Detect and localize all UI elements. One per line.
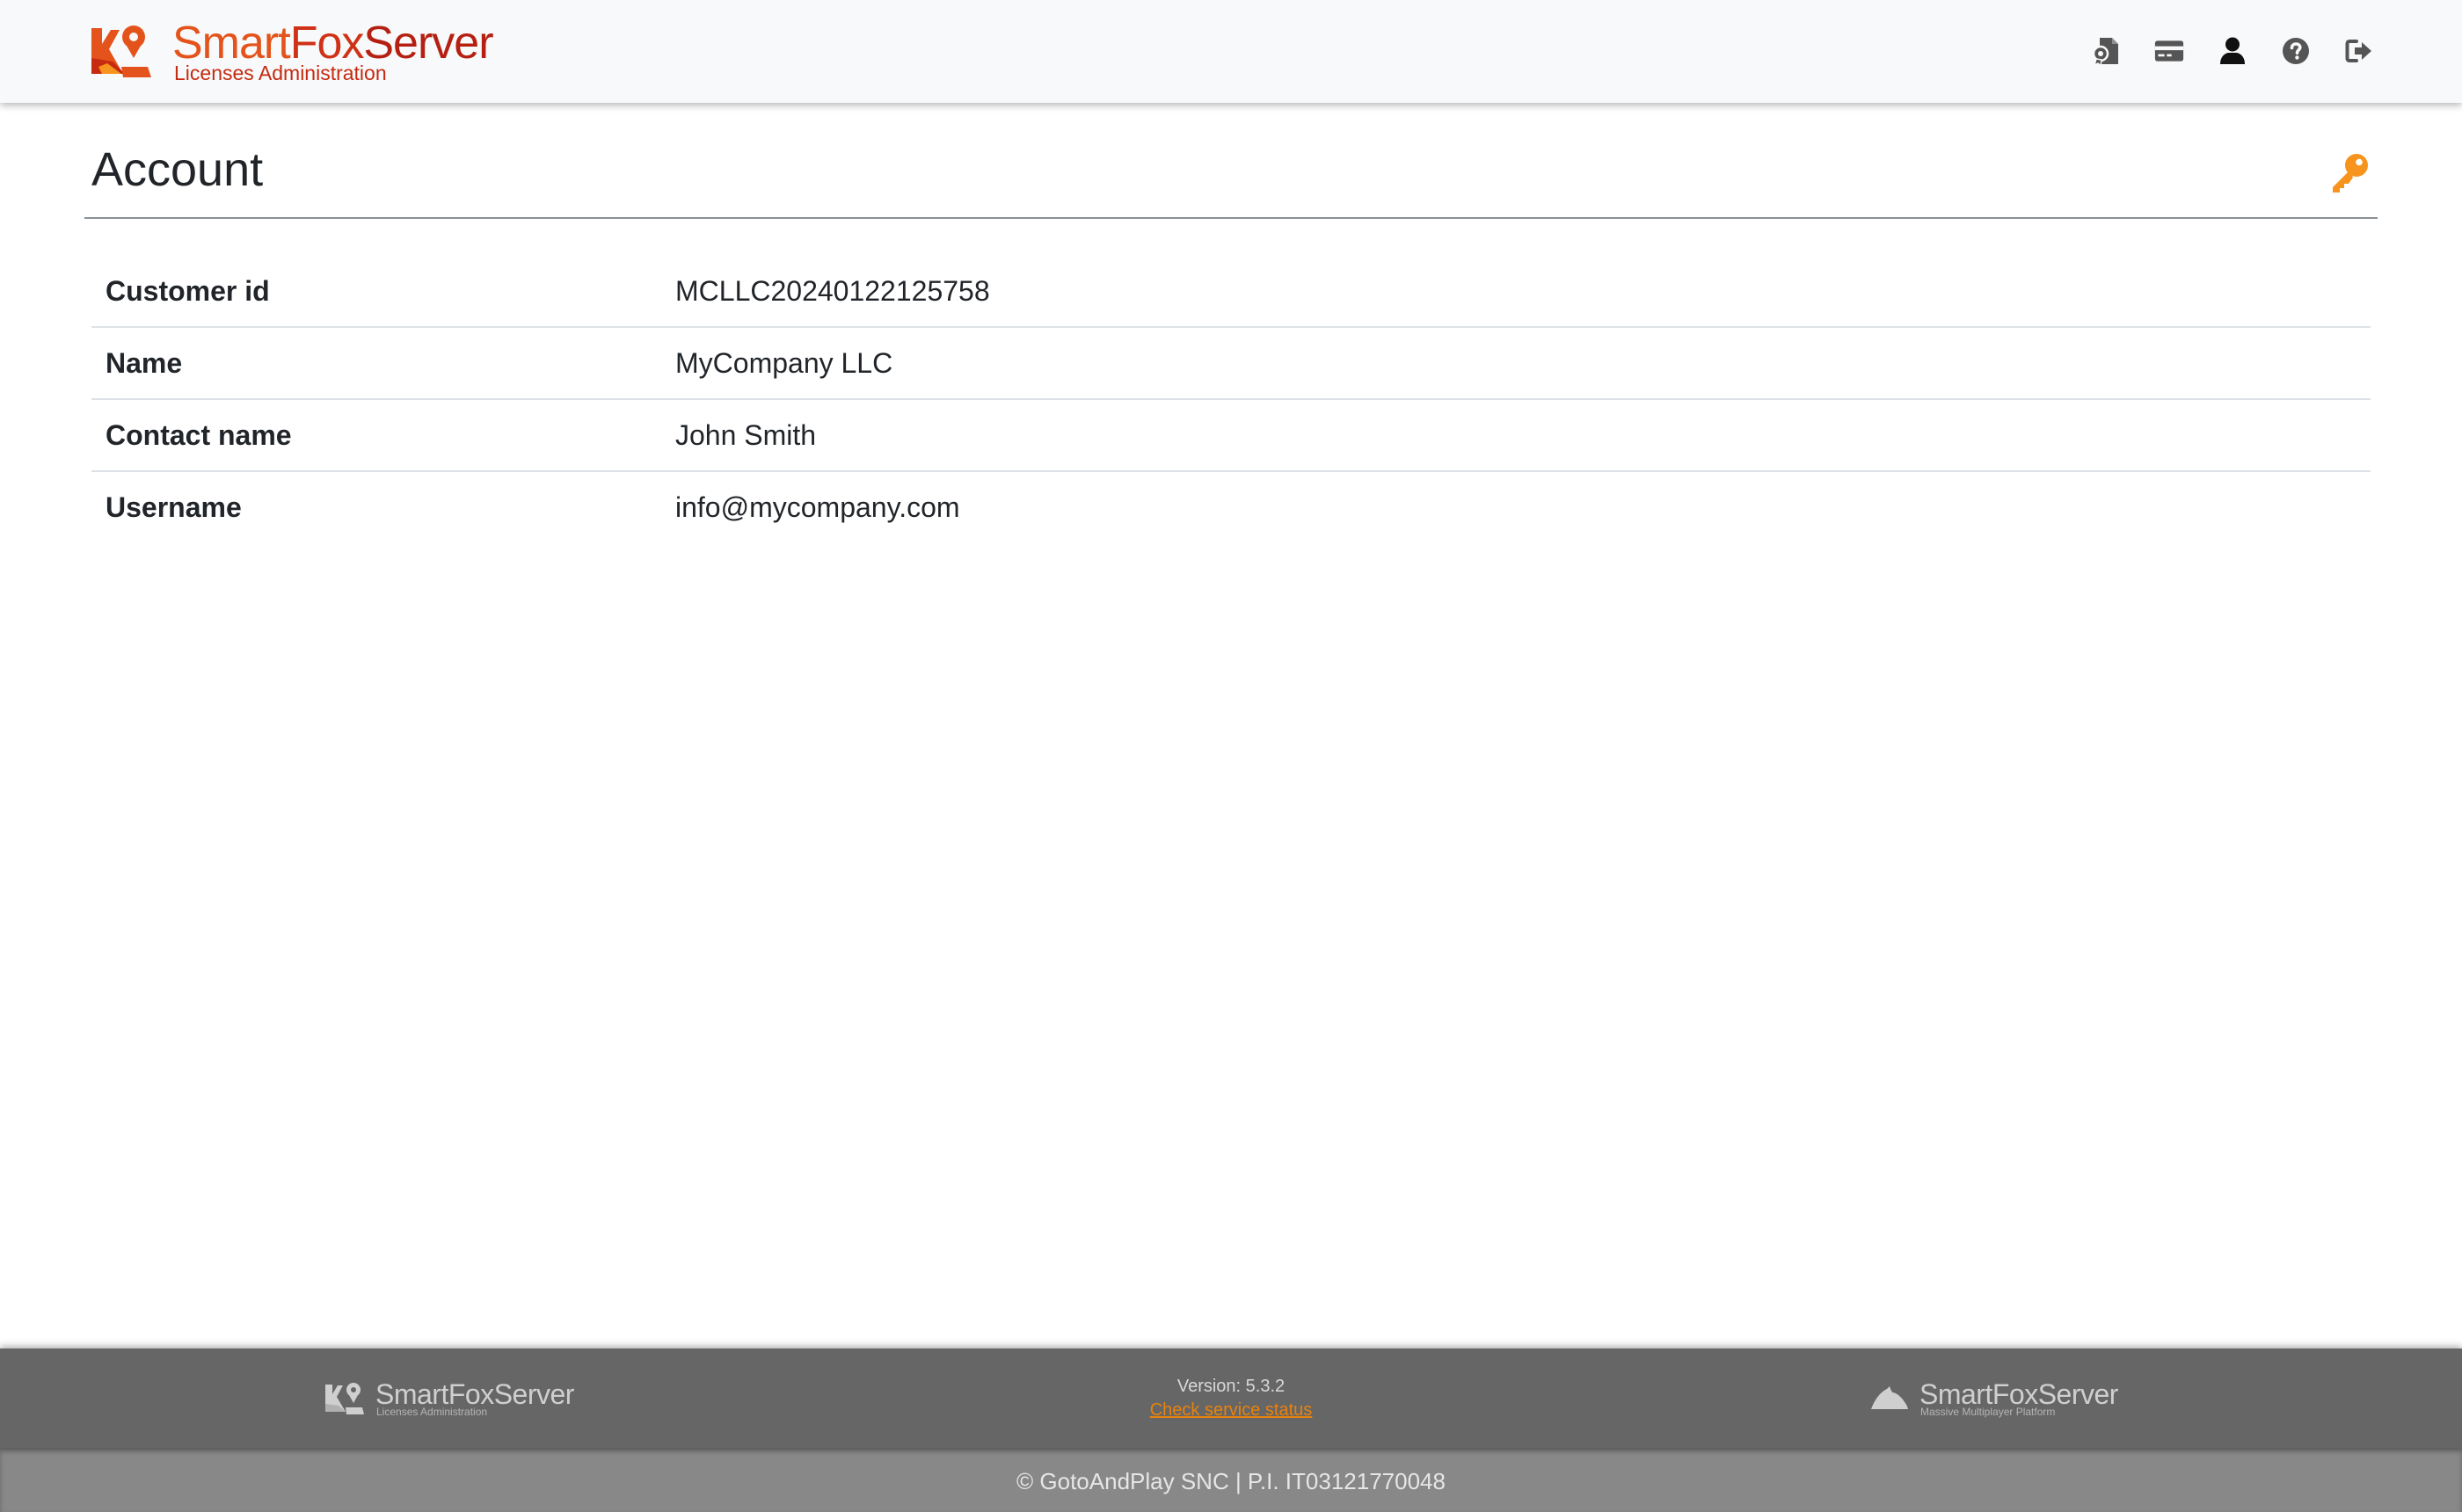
account-button[interactable] (2218, 36, 2247, 66)
table-row: Username info@mycompany.com (91, 471, 2371, 542)
license-file-icon (2092, 38, 2118, 66)
row-value: MCLLC20240122125758 (661, 256, 2371, 328)
smartfoxserver-logo-icon (91, 25, 151, 77)
page-header: Account (84, 103, 2378, 219)
payments-button[interactable] (2154, 36, 2184, 66)
footer-left-logo-subtitle: Licenses Administration (376, 1406, 488, 1418)
brand-text: SmartFoxServer Licenses Administration (172, 20, 494, 84)
licenses-button[interactable] (2091, 36, 2121, 66)
page-title: Account (91, 143, 264, 196)
footer-top-bar: SmartFoxServer Licenses Administration V… (0, 1348, 2462, 1448)
table-row: Name MyCompany LLC (91, 327, 2371, 400)
help-icon (2283, 38, 2309, 64)
account-details-table: Customer id MCLLC20240122125758 Name MyC… (91, 256, 2371, 542)
smartfoxserver-fox-icon (1871, 1386, 1908, 1409)
version-text: Version: 5.3.2 (1176, 1377, 1286, 1396)
footer-version-block: Version: 5.3.2 Check service status (1055, 1375, 1407, 1422)
footer-right-logo-name: SmartFoxServer (1919, 1378, 2118, 1410)
row-label: Name (91, 327, 661, 400)
user-icon (2220, 37, 2245, 64)
row-label: Username (106, 491, 242, 523)
main-content: Account Customer id MCLLC20240122125758 … (84, 103, 2378, 523)
row-label: Customer id (91, 256, 661, 328)
logout-button[interactable] (2344, 36, 2374, 66)
copyright-text: © GotoAndPlay SNC | P.I. IT03121770048 (1016, 1468, 1446, 1494)
row-value: John Smith (661, 399, 2371, 472)
row-label: Contact name (91, 399, 661, 472)
change-password-button[interactable] (2328, 152, 2371, 194)
footer-right-logo-text: SmartFoxServer Massive Multiplayer Platf… (1919, 1380, 2118, 1417)
footer-bottom-bar: © GotoAndPlay SNC | P.I. IT03121770048 (0, 1448, 2462, 1512)
smartfoxserver-logo-icon (325, 1383, 364, 1414)
help-button[interactable] (2281, 36, 2311, 66)
table-row: Customer id MCLLC20240122125758 (91, 256, 2371, 328)
brand-logo-link[interactable]: SmartFoxServer Licenses Administration (90, 20, 494, 84)
credit-card-icon (2154, 40, 2184, 62)
top-navbar: SmartFoxServer Licenses Administration (0, 0, 2462, 103)
table-row: Contact name John Smith (91, 399, 2371, 472)
brand-name: SmartFoxServer (172, 20, 494, 66)
footer-left-logo-name: SmartFoxServer (375, 1378, 574, 1410)
brand-subtitle: Licenses Administration (174, 62, 387, 84)
header-actions (2091, 32, 2374, 70)
key-icon (2333, 154, 2368, 193)
footer-left-logo-text: SmartFoxServer Licenses Administration (375, 1380, 574, 1417)
footer-admin-logo-link[interactable]: SmartFoxServer Licenses Administration (324, 1380, 574, 1417)
check-service-status-link[interactable]: Check service status (1150, 1398, 1313, 1422)
sign-out-icon (2345, 40, 2371, 62)
footer-platform-logo-link[interactable]: SmartFoxServer Massive Multiplayer Platf… (1870, 1380, 2118, 1417)
footer-right-logo-subtitle: Massive Multiplayer Platform (1920, 1406, 2056, 1418)
row-value: MyCompany LLC (661, 327, 2371, 400)
row-value: info@mycompany.com (675, 491, 960, 523)
